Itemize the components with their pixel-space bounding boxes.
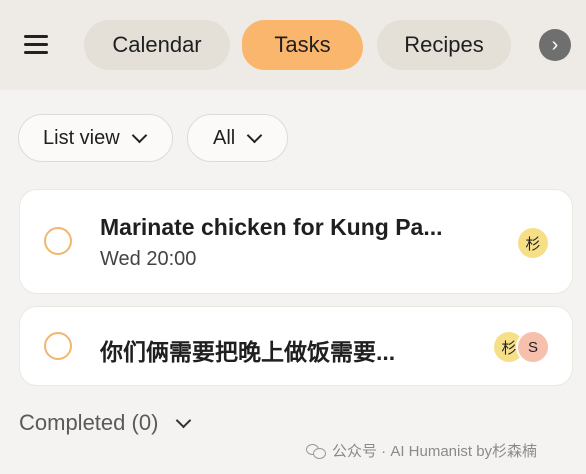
scope-filter-label: All [213,126,236,149]
task-card[interactable]: Marinate chicken for Kung Pa... Wed 20:0… [19,189,573,294]
tab-calendar-label: Calendar [112,32,202,57]
chevron-down-icon [176,412,192,428]
checkbox-circle-icon[interactable] [44,332,72,360]
tab-tasks-label: Tasks [274,32,331,57]
completed-section-toggle[interactable]: Completed (0) [19,410,192,436]
chevron-right-icon: › [551,33,559,56]
view-mode-label: List view [43,126,120,149]
completed-label: Completed (0) [19,410,159,435]
hamburger-menu-icon[interactable] [24,33,50,57]
top-navigation-bar: Calendar Tasks Recipes › [0,0,586,90]
tab-recipes[interactable]: Recipes [377,20,511,70]
tab-recipes-label: Recipes [404,32,484,57]
tab-tasks[interactable]: Tasks [242,20,363,70]
task-card[interactable]: 你们俩需要把晚上做饭需要... 杉 S [19,306,573,386]
watermark: 公众号 · AI Humanist by杉森楠 [306,440,537,461]
chevron-down-icon [246,127,263,143]
scroll-tabs-right-button[interactable]: › [539,29,571,61]
assignee-avatar: S [516,330,550,364]
assignee-avatar: 杉 [518,228,548,258]
wechat-icon [306,443,326,459]
checkbox-circle-icon[interactable] [44,227,72,255]
tab-calendar[interactable]: Calendar [84,20,230,70]
task-title: Marinate chicken for Kung Pa... [100,214,443,240]
watermark-text: 公众号 · AI Humanist by杉森楠 [332,443,538,460]
task-due-time: Wed 20:00 [100,248,197,270]
scope-filter-dropdown[interactable]: All [187,114,288,162]
chevron-down-icon [131,127,147,143]
task-title: 你们俩需要把晚上做饭需要... [100,339,396,365]
view-mode-dropdown[interactable]: List view [18,114,173,162]
